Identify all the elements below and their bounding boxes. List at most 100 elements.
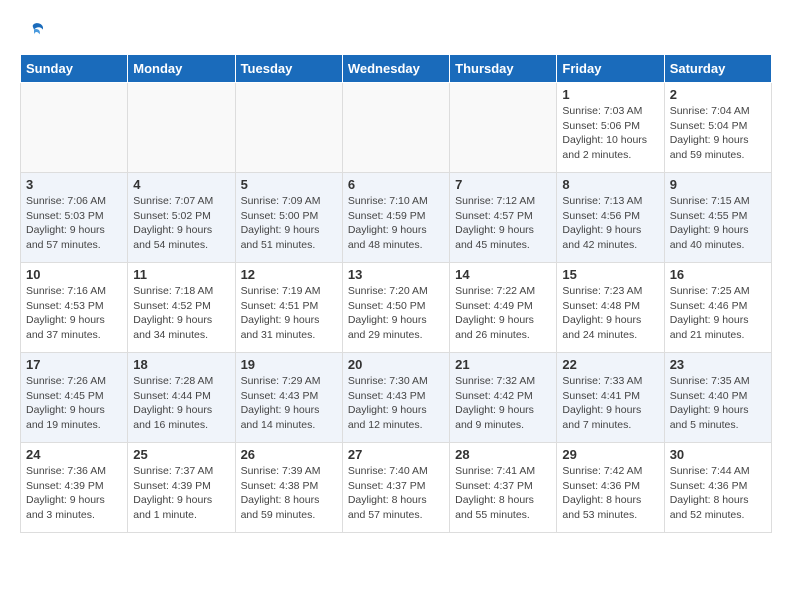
day-info: Sunrise: 7:44 AM Sunset: 4:36 PM Dayligh…	[670, 464, 766, 523]
day-number: 6	[348, 177, 444, 192]
calendar: SundayMondayTuesdayWednesdayThursdayFrid…	[20, 54, 772, 533]
calendar-cell: 19 Sunrise: 7:29 AM Sunset: 4:43 PM Dayli…	[235, 353, 342, 443]
calendar-header-sunday: Sunday	[21, 55, 128, 83]
calendar-cell: 2 Sunrise: 7:04 AM Sunset: 5:04 PM Daylig…	[664, 83, 771, 173]
day-number: 22	[562, 357, 658, 372]
day-info: Sunrise: 7:41 AM Sunset: 4:37 PM Dayligh…	[455, 464, 551, 523]
calendar-cell: 23 Sunrise: 7:35 AM Sunset: 4:40 PM Dayli…	[664, 353, 771, 443]
day-number: 19	[241, 357, 337, 372]
day-number: 25	[133, 447, 229, 462]
day-info: Sunrise: 7:07 AM Sunset: 5:02 PM Dayligh…	[133, 194, 229, 253]
calendar-cell: 1 Sunrise: 7:03 AM Sunset: 5:06 PM Daylig…	[557, 83, 664, 173]
day-info: Sunrise: 7:22 AM Sunset: 4:49 PM Dayligh…	[455, 284, 551, 343]
day-info: Sunrise: 7:13 AM Sunset: 4:56 PM Dayligh…	[562, 194, 658, 253]
day-number: 29	[562, 447, 658, 462]
calendar-cell: 24 Sunrise: 7:36 AM Sunset: 4:39 PM Dayli…	[21, 443, 128, 533]
day-number: 10	[26, 267, 122, 282]
calendar-cell: 8 Sunrise: 7:13 AM Sunset: 4:56 PM Daylig…	[557, 173, 664, 263]
calendar-week-row: 17 Sunrise: 7:26 AM Sunset: 4:45 PM Dayli…	[21, 353, 772, 443]
day-info: Sunrise: 7:20 AM Sunset: 4:50 PM Dayligh…	[348, 284, 444, 343]
day-number: 3	[26, 177, 122, 192]
calendar-cell	[235, 83, 342, 173]
day-info: Sunrise: 7:29 AM Sunset: 4:43 PM Dayligh…	[241, 374, 337, 433]
logo	[20, 20, 46, 44]
calendar-week-row: 24 Sunrise: 7:36 AM Sunset: 4:39 PM Dayli…	[21, 443, 772, 533]
day-info: Sunrise: 7:25 AM Sunset: 4:46 PM Dayligh…	[670, 284, 766, 343]
day-info: Sunrise: 7:15 AM Sunset: 4:55 PM Dayligh…	[670, 194, 766, 253]
day-info: Sunrise: 7:04 AM Sunset: 5:04 PM Dayligh…	[670, 104, 766, 163]
day-info: Sunrise: 7:32 AM Sunset: 4:42 PM Dayligh…	[455, 374, 551, 433]
day-number: 27	[348, 447, 444, 462]
calendar-cell: 6Sunrise: 7:10 AM Sunset: 4:59 PM Daylig…	[342, 173, 449, 263]
calendar-cell: 20 Sunrise: 7:30 AM Sunset: 4:43 PM Dayli…	[342, 353, 449, 443]
calendar-week-row: 3Sunrise: 7:06 AM Sunset: 5:03 PM Daylig…	[21, 173, 772, 263]
calendar-cell	[21, 83, 128, 173]
day-number: 17	[26, 357, 122, 372]
day-number: 2	[670, 87, 766, 102]
day-number: 20	[348, 357, 444, 372]
calendar-cell: 18 Sunrise: 7:28 AM Sunset: 4:44 PM Dayli…	[128, 353, 235, 443]
calendar-cell: 25 Sunrise: 7:37 AM Sunset: 4:39 PM Dayli…	[128, 443, 235, 533]
calendar-header-row: SundayMondayTuesdayWednesdayThursdayFrid…	[21, 55, 772, 83]
day-info: Sunrise: 7:18 AM Sunset: 4:52 PM Dayligh…	[133, 284, 229, 343]
day-info: Sunrise: 7:03 AM Sunset: 5:06 PM Dayligh…	[562, 104, 658, 163]
calendar-cell: 7 Sunrise: 7:12 AM Sunset: 4:57 PM Daylig…	[450, 173, 557, 263]
calendar-cell: 30 Sunrise: 7:44 AM Sunset: 4:36 PM Dayli…	[664, 443, 771, 533]
day-number: 7	[455, 177, 551, 192]
calendar-cell: 27 Sunrise: 7:40 AM Sunset: 4:37 PM Dayli…	[342, 443, 449, 533]
day-number: 23	[670, 357, 766, 372]
day-number: 24	[26, 447, 122, 462]
day-info: Sunrise: 7:36 AM Sunset: 4:39 PM Dayligh…	[26, 464, 122, 523]
calendar-cell: 4 Sunrise: 7:07 AM Sunset: 5:02 PM Daylig…	[128, 173, 235, 263]
calendar-week-row: 10 Sunrise: 7:16 AM Sunset: 4:53 PM Dayli…	[21, 263, 772, 353]
day-number: 9	[670, 177, 766, 192]
day-number: 5	[241, 177, 337, 192]
day-number: 8	[562, 177, 658, 192]
calendar-cell: 26Sunrise: 7:39 AM Sunset: 4:38 PM Dayli…	[235, 443, 342, 533]
day-info: Sunrise: 7:37 AM Sunset: 4:39 PM Dayligh…	[133, 464, 229, 523]
day-number: 1	[562, 87, 658, 102]
calendar-cell: 10 Sunrise: 7:16 AM Sunset: 4:53 PM Dayli…	[21, 263, 128, 353]
day-number: 28	[455, 447, 551, 462]
day-number: 16	[670, 267, 766, 282]
calendar-header-saturday: Saturday	[664, 55, 771, 83]
calendar-cell: 3Sunrise: 7:06 AM Sunset: 5:03 PM Daylig…	[21, 173, 128, 263]
day-number: 26	[241, 447, 337, 462]
calendar-cell: 14 Sunrise: 7:22 AM Sunset: 4:49 PM Dayli…	[450, 263, 557, 353]
day-info: Sunrise: 7:42 AM Sunset: 4:36 PM Dayligh…	[562, 464, 658, 523]
day-info: Sunrise: 7:16 AM Sunset: 4:53 PM Dayligh…	[26, 284, 122, 343]
calendar-header-monday: Monday	[128, 55, 235, 83]
calendar-cell: 17 Sunrise: 7:26 AM Sunset: 4:45 PM Dayli…	[21, 353, 128, 443]
day-info: Sunrise: 7:12 AM Sunset: 4:57 PM Dayligh…	[455, 194, 551, 253]
logo-bird-icon	[22, 20, 46, 44]
day-info: Sunrise: 7:33 AM Sunset: 4:41 PM Dayligh…	[562, 374, 658, 433]
day-number: 21	[455, 357, 551, 372]
calendar-header-wednesday: Wednesday	[342, 55, 449, 83]
day-info: Sunrise: 7:28 AM Sunset: 4:44 PM Dayligh…	[133, 374, 229, 433]
day-info: Sunrise: 7:40 AM Sunset: 4:37 PM Dayligh…	[348, 464, 444, 523]
calendar-week-row: 1 Sunrise: 7:03 AM Sunset: 5:06 PM Daylig…	[21, 83, 772, 173]
day-number: 4	[133, 177, 229, 192]
day-number: 30	[670, 447, 766, 462]
calendar-cell: 5 Sunrise: 7:09 AM Sunset: 5:00 PM Daylig…	[235, 173, 342, 263]
day-info: Sunrise: 7:35 AM Sunset: 4:40 PM Dayligh…	[670, 374, 766, 433]
calendar-cell: 28 Sunrise: 7:41 AM Sunset: 4:37 PM Dayli…	[450, 443, 557, 533]
day-number: 14	[455, 267, 551, 282]
day-info: Sunrise: 7:19 AM Sunset: 4:51 PM Dayligh…	[241, 284, 337, 343]
calendar-header-thursday: Thursday	[450, 55, 557, 83]
calendar-cell: 15Sunrise: 7:23 AM Sunset: 4:48 PM Dayli…	[557, 263, 664, 353]
day-info: Sunrise: 7:09 AM Sunset: 5:00 PM Dayligh…	[241, 194, 337, 253]
calendar-cell: 29 Sunrise: 7:42 AM Sunset: 4:36 PM Dayli…	[557, 443, 664, 533]
day-info: Sunrise: 7:30 AM Sunset: 4:43 PM Dayligh…	[348, 374, 444, 433]
day-number: 13	[348, 267, 444, 282]
calendar-cell	[342, 83, 449, 173]
day-info: Sunrise: 7:26 AM Sunset: 4:45 PM Dayligh…	[26, 374, 122, 433]
day-number: 18	[133, 357, 229, 372]
day-number: 11	[133, 267, 229, 282]
calendar-cell: 9 Sunrise: 7:15 AM Sunset: 4:55 PM Daylig…	[664, 173, 771, 263]
day-info: Sunrise: 7:23 AM Sunset: 4:48 PM Dayligh…	[562, 284, 658, 343]
calendar-cell: 11 Sunrise: 7:18 AM Sunset: 4:52 PM Dayli…	[128, 263, 235, 353]
header	[20, 20, 772, 44]
calendar-cell: 12Sunrise: 7:19 AM Sunset: 4:51 PM Dayli…	[235, 263, 342, 353]
calendar-cell: 16 Sunrise: 7:25 AM Sunset: 4:46 PM Dayli…	[664, 263, 771, 353]
